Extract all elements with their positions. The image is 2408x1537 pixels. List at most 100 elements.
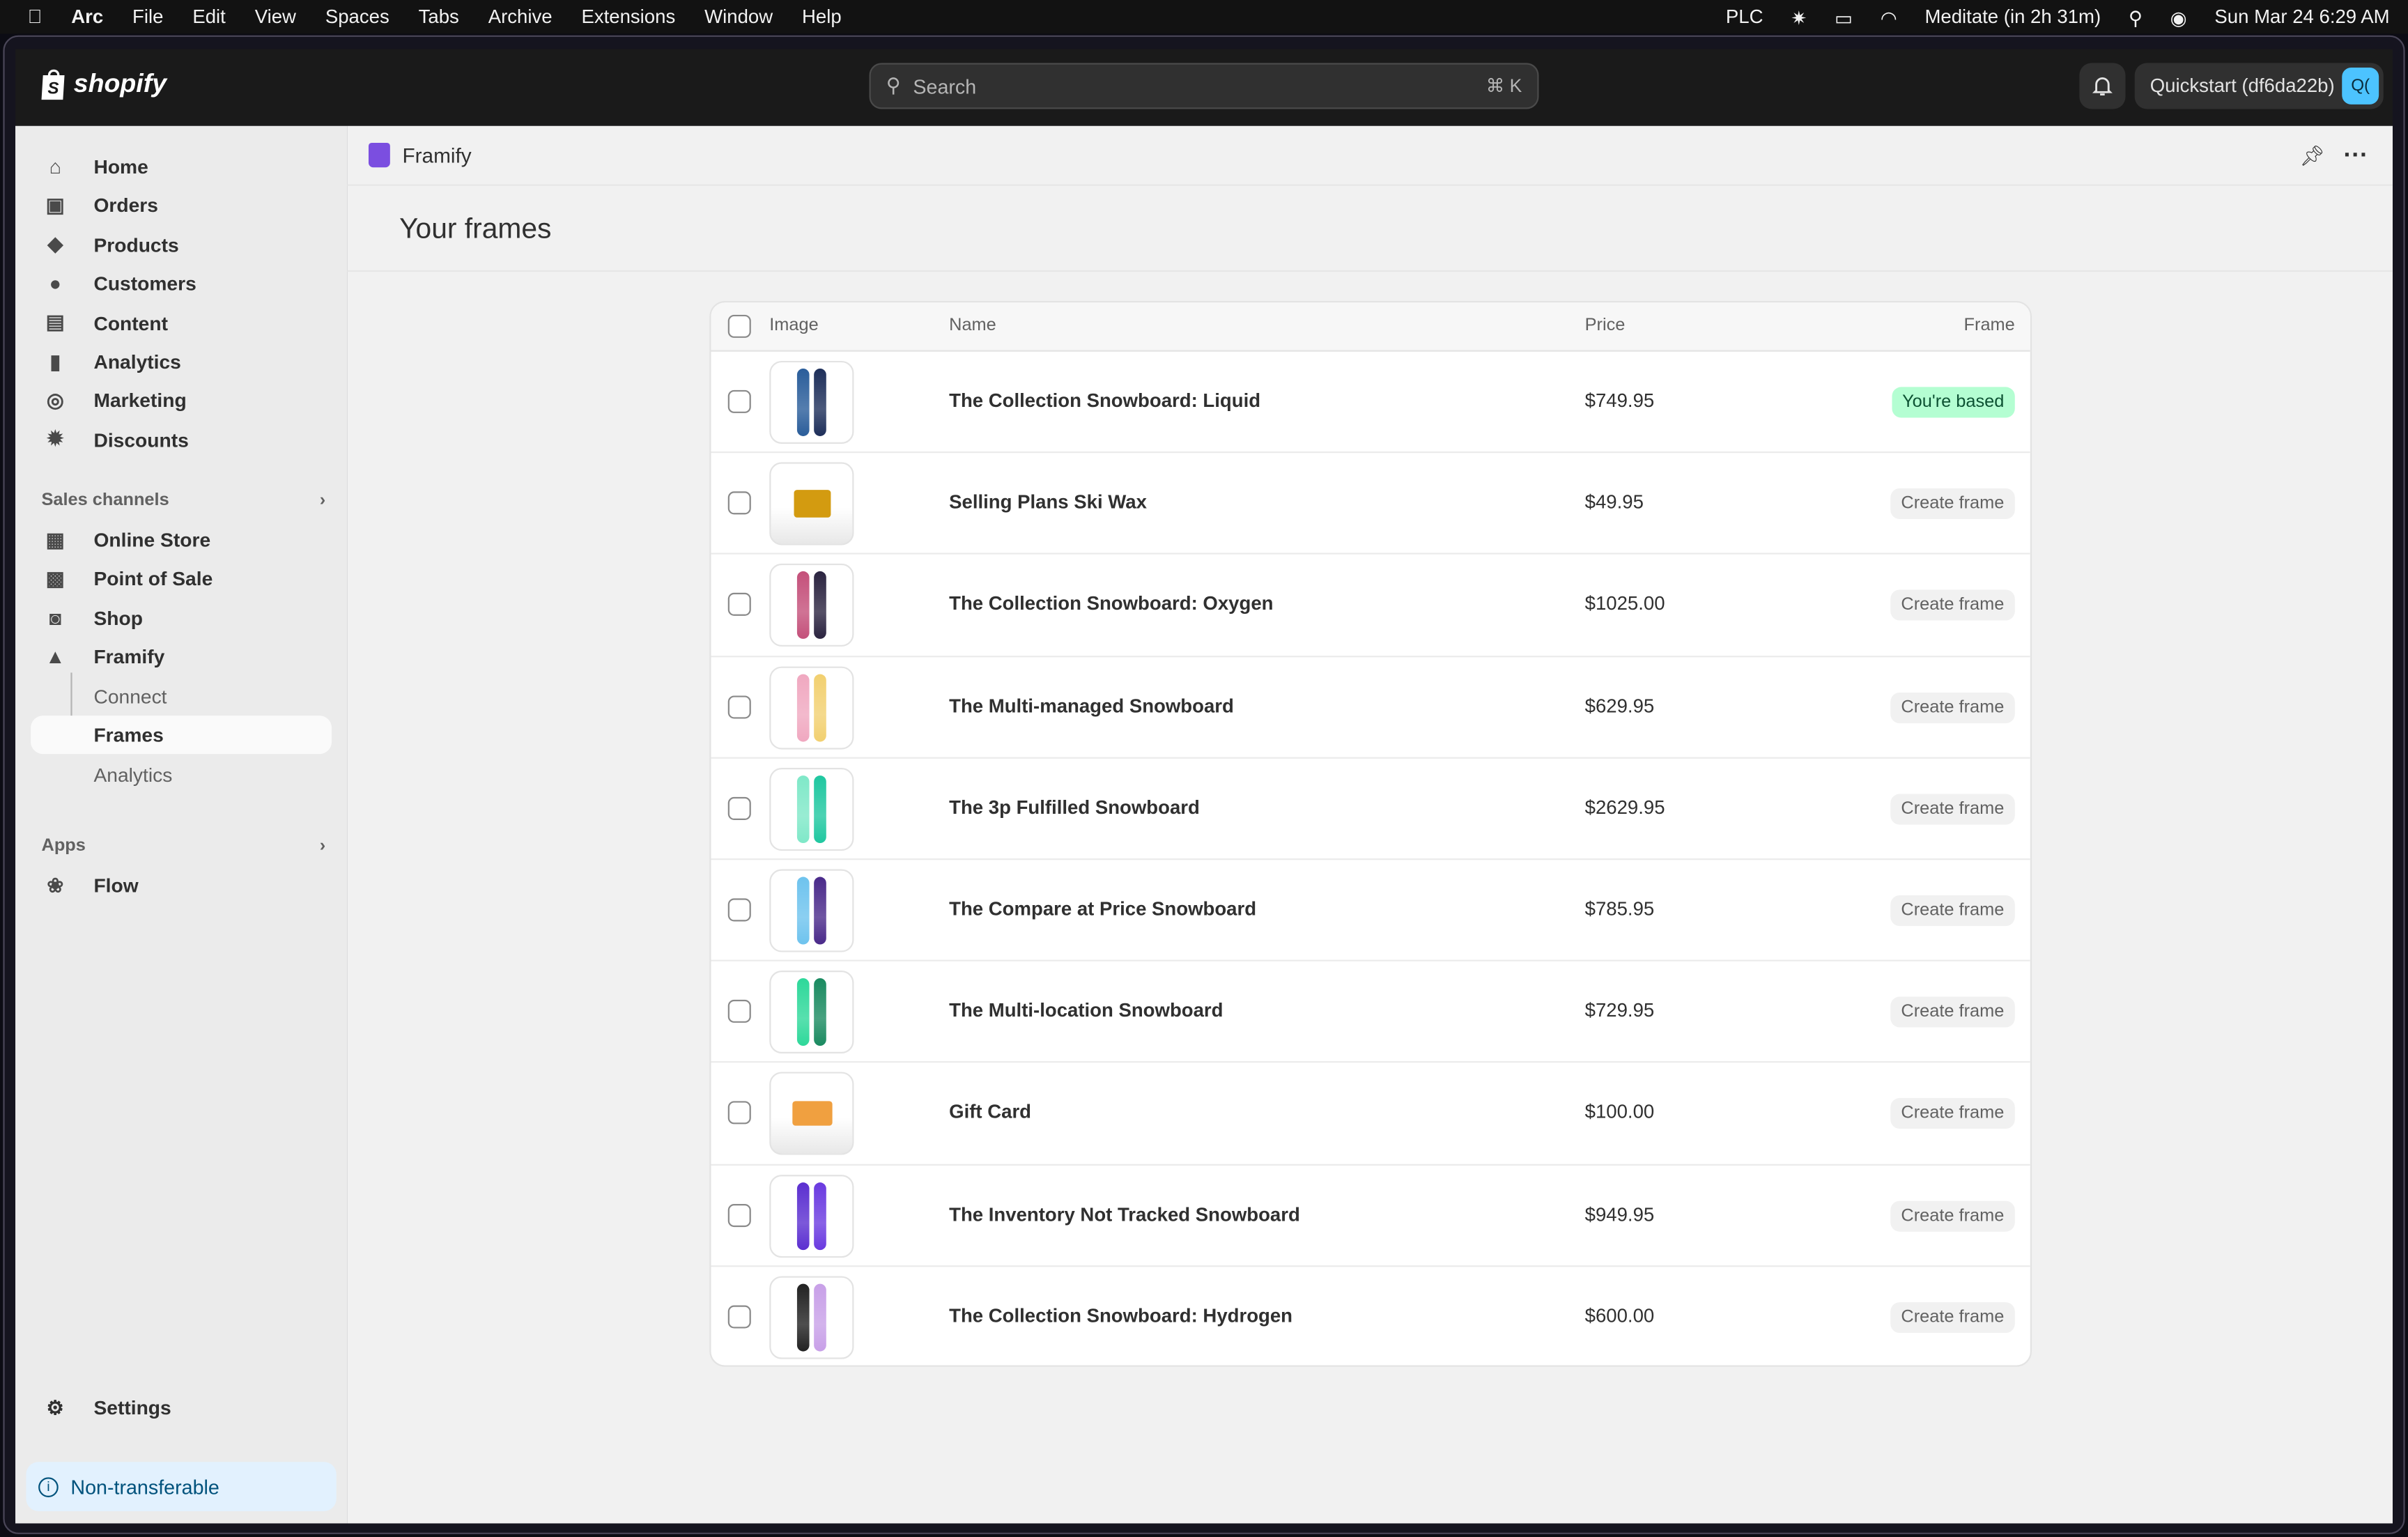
page-title: Your frames xyxy=(399,212,552,245)
menu-view[interactable]: View xyxy=(255,6,296,28)
store-menu-button[interactable]: Quickstart (df6da22b) Q( xyxy=(2134,63,2384,109)
menu-help[interactable]: Help xyxy=(802,6,842,28)
sidebar-item-orders[interactable]: ▣ Orders xyxy=(31,187,332,225)
non-transferable-banner[interactable]: i Non-transferable xyxy=(26,1462,337,1511)
table-row[interactable]: The 3p Fulfilled Snowboard $2629.95 Crea… xyxy=(711,758,2030,860)
table-row[interactable]: The Multi-managed Snowboard $629.95 Crea… xyxy=(711,656,2030,759)
product-price: $629.95 xyxy=(1584,695,1655,717)
menu-window[interactable]: Window xyxy=(704,6,773,28)
menu-archive[interactable]: Archive xyxy=(488,6,553,28)
sidebar-item-customers[interactable]: ● Customers xyxy=(31,265,332,303)
framify-icon: ▲ xyxy=(45,645,65,669)
framify-app-icon xyxy=(368,142,390,168)
create-frame-button[interactable]: Create frame xyxy=(1890,1098,2015,1129)
product-thumbnail xyxy=(769,564,854,647)
table-row[interactable]: Selling Plans Ski Wax $49.95 Create fram… xyxy=(711,454,2030,555)
info-icon: i xyxy=(38,1476,59,1497)
sidebar-item-analytics[interactable]: ▮ Analytics xyxy=(31,343,332,381)
table-row[interactable]: The Collection Snowboard: Oxygen $1025.0… xyxy=(711,555,2030,657)
wifi-icon[interactable]: ◠ xyxy=(1881,6,1897,29)
sidebar-item-content[interactable]: ▤ Content xyxy=(31,304,332,342)
sidebar-item-discounts[interactable]: ✹ Discounts xyxy=(31,420,332,458)
orders-icon: ▣ xyxy=(45,193,65,217)
row-checkbox[interactable] xyxy=(727,389,751,413)
spotlight-icon[interactable]: ⚲ xyxy=(2129,6,2143,29)
sidebar-item-online-store[interactable]: ▦ Online Store xyxy=(31,520,332,559)
sidebar-item-home[interactable]: ⌂ Home xyxy=(31,148,332,186)
table-row[interactable]: The Collection Snowboard: Hydrogen $600.… xyxy=(711,1267,2030,1366)
frames-table: Image Name Price Frame The Collection Sn… xyxy=(709,301,2032,1367)
notifications-button[interactable] xyxy=(2079,63,2126,109)
sidebar-item-flow[interactable]: ❀ Flow xyxy=(31,866,332,904)
chevron-right-icon: › xyxy=(319,491,326,510)
sidebar-item-shop[interactable]: ◙ Shop xyxy=(31,598,332,637)
create-frame-button[interactable]: Create frame xyxy=(1890,488,2015,520)
create-frame-button[interactable]: Create frame xyxy=(1890,1302,2015,1333)
snowboard-image xyxy=(796,876,810,945)
plc-status[interactable]: PLC xyxy=(1726,6,1763,28)
screen:  Arc File Edit View Spaces Tabs Archive Exten… xyxy=(0,0,2408,1537)
menu-tabs[interactable]: Tabs xyxy=(419,6,459,28)
calendar-event[interactable]: Meditate (in 2h 31m) xyxy=(1924,6,2101,28)
sidebar-item-products[interactable]: ◆ Products xyxy=(31,226,332,264)
menu-app[interactable]: Arc xyxy=(71,6,103,28)
sales-channels-header[interactable]: Sales channels › xyxy=(42,491,326,509)
sidebar-subitem-analytics[interactable]: Analytics xyxy=(31,755,332,794)
row-checkbox[interactable] xyxy=(727,796,751,820)
menu-spaces[interactable]: Spaces xyxy=(325,6,389,28)
column-name[interactable]: Name xyxy=(949,316,996,334)
discount-icon: ✹ xyxy=(47,427,64,451)
row-checkbox[interactable] xyxy=(727,1102,751,1125)
create-frame-button[interactable]: Create frame xyxy=(1890,895,2015,926)
product-name: The Collection Snowboard: Liquid xyxy=(949,389,1261,412)
sidebar-item-marketing[interactable]: ◎ Marketing xyxy=(31,381,332,419)
table-row[interactable]: The Multi-location Snowboard $729.95 Cre… xyxy=(711,961,2030,1063)
table-row[interactable]: Gift Card $100.00 Create frame xyxy=(711,1063,2030,1165)
create-frame-button[interactable]: Create frame xyxy=(1890,793,2015,825)
create-frame-button[interactable]: Create frame xyxy=(1890,996,2015,1028)
snowboard-image xyxy=(814,673,826,741)
battery-icon[interactable]: ▭ xyxy=(1835,6,1853,29)
product-name: The Compare at Price Snowboard xyxy=(949,898,1257,920)
search-input[interactable]: ⚲ Search ⌘ K xyxy=(869,63,1539,109)
flow-icon: ❀ xyxy=(47,873,64,897)
menu-edit[interactable]: Edit xyxy=(192,6,225,28)
table-row[interactable]: The Collection Snowboard: Liquid $749.95… xyxy=(711,352,2030,454)
home-icon: ⌂ xyxy=(49,155,61,178)
create-frame-button[interactable]: Create frame xyxy=(1890,590,2015,621)
row-checkbox[interactable] xyxy=(727,491,751,515)
row-checkbox[interactable] xyxy=(727,1304,751,1328)
sidebar-item-point-of-sale[interactable]: ▩ Point of Sale xyxy=(31,559,332,598)
table-row[interactable]: The Inventory Not Tracked Snowboard $949… xyxy=(711,1165,2030,1267)
pos-icon: ▩ xyxy=(45,566,65,590)
row-checkbox[interactable] xyxy=(727,593,751,617)
sidebar-item-framify[interactable]: ▲ Framify xyxy=(31,638,332,676)
shopify-bag-icon: S xyxy=(41,69,65,100)
sidebar-subitem-frames[interactable]: Frames xyxy=(31,716,332,755)
brightness-icon[interactable]: ✷ xyxy=(1791,6,1807,29)
row-checkbox[interactable] xyxy=(727,1000,751,1024)
create-frame-button[interactable]: Create frame xyxy=(1890,1200,2015,1231)
product-name: The Collection Snowboard: Hydrogen xyxy=(949,1304,1293,1327)
apple-icon[interactable]:  xyxy=(28,6,43,28)
snowboard-image xyxy=(814,1283,826,1351)
row-checkbox[interactable] xyxy=(727,695,751,718)
more-actions-icon[interactable]: ··· xyxy=(2343,143,2368,171)
menu-clock[interactable]: Sun Mar 24 6:29 AM xyxy=(2214,6,2389,28)
select-all-checkbox[interactable] xyxy=(727,314,751,338)
table-row[interactable]: The Compare at Price Snowboard $785.95 C… xyxy=(711,860,2030,962)
content-icon: ▤ xyxy=(45,310,65,334)
sidebar-subitem-connect[interactable]: Connect xyxy=(31,677,332,716)
control-center-icon[interactable]: ◉ xyxy=(2170,6,2187,29)
shopify-logo[interactable]: S shopify xyxy=(40,68,167,100)
row-checkbox[interactable] xyxy=(727,898,751,922)
menu-extensions[interactable]: Extensions xyxy=(581,6,675,28)
menu-file[interactable]: File xyxy=(132,6,163,28)
apps-header[interactable]: Apps › xyxy=(42,837,326,855)
product-price: $1025.00 xyxy=(1584,593,1665,615)
column-price[interactable]: Price xyxy=(1585,316,1626,334)
row-checkbox[interactable] xyxy=(727,1203,751,1226)
create-frame-button[interactable]: Create frame xyxy=(1890,692,2015,723)
sidebar-item-settings[interactable]: ⚙ Settings xyxy=(31,1389,332,1427)
pin-icon[interactable]: 📌︎ xyxy=(2300,144,2325,169)
